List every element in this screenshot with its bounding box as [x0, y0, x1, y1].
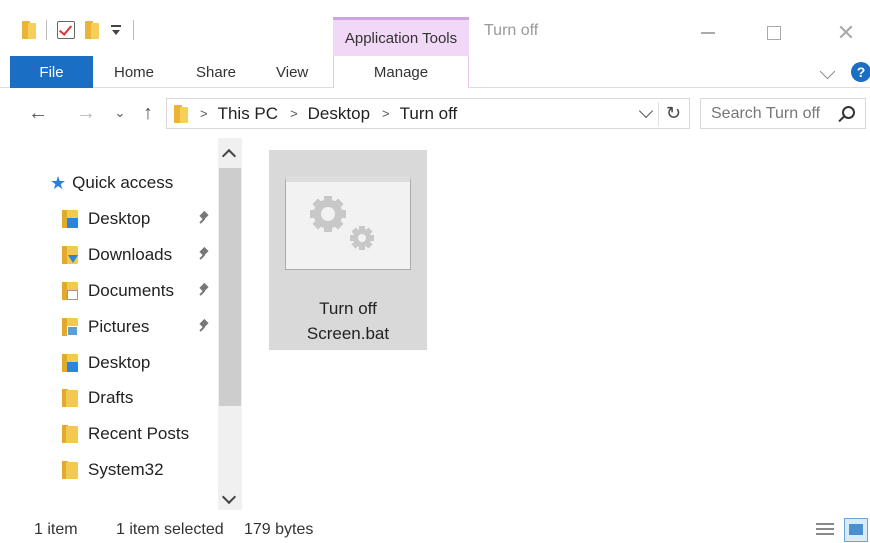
sidebar-item-label: Downloads [88, 245, 173, 264]
downloads-folder-icon [62, 246, 78, 264]
toolbar-divider [133, 20, 134, 40]
gear-icon [350, 226, 374, 250]
scroll-down-icon[interactable] [221, 489, 237, 505]
tab-manage[interactable]: Manage [333, 56, 469, 88]
folder-icon [174, 104, 188, 123]
file-name: Turn off Screen.bat [269, 296, 427, 346]
breadcrumb-separator[interactable]: > [200, 106, 208, 121]
documents-folder-icon [62, 282, 78, 300]
sidebar-item-recent-posts[interactable]: Recent Posts [62, 419, 216, 449]
file-name-line: Turn off [319, 299, 377, 318]
sidebar-item-drafts[interactable]: Drafts [62, 383, 216, 413]
forward-button[interactable]: → [74, 102, 98, 124]
recent-locations-button[interactable]: ⌄ [108, 102, 132, 124]
address-divider [658, 102, 659, 126]
folder-icon [62, 461, 78, 479]
sidebar-item-label: Documents [88, 281, 174, 300]
sidebar-item-label: Quick access [72, 173, 174, 192]
pin-icon[interactable] [198, 248, 210, 260]
breadcrumb-separator[interactable]: > [290, 106, 298, 121]
breadcrumb-turn-off[interactable]: Turn off [400, 104, 458, 124]
expand-ribbon-icon[interactable] [819, 63, 836, 80]
sidebar-item-label: System32 [88, 460, 164, 479]
title-bar: Application Tools Turn off ✕ [0, 0, 870, 58]
status-bar: 1 item 1 item selected 179 bytes [0, 518, 870, 543]
folder-icon [62, 389, 78, 407]
tab-view[interactable]: View [276, 56, 308, 88]
item-count: 1 item [34, 521, 78, 538]
large-icons-view-icon[interactable] [844, 518, 868, 542]
scroll-thumb[interactable] [219, 168, 241, 406]
sidebar-item-quick-access[interactable]: ★ Quick access [50, 168, 244, 198]
file-item-turn-off-screen[interactable]: Turn off Screen.bat [269, 150, 427, 350]
breadcrumb-this-pc[interactable]: This PC [218, 104, 278, 124]
navigation-bar: ← → ⌄ ↑ > This PC > Desktop > Turn off ↻… [0, 88, 870, 138]
star-icon: ★ [50, 172, 67, 193]
sidebar-item-system32[interactable]: System32 [62, 455, 216, 485]
customize-toolbar-icon[interactable] [109, 23, 123, 37]
search-input[interactable]: Search Turn off [711, 105, 820, 123]
toolbar-divider [46, 20, 47, 40]
pin-icon[interactable] [198, 284, 210, 296]
breadcrumb-separator[interactable]: > [382, 106, 390, 121]
sidebar-item-label: Desktop [88, 353, 151, 372]
tab-file[interactable]: File [10, 56, 93, 88]
pin-icon[interactable] [198, 320, 210, 332]
address-dropdown-icon[interactable] [638, 103, 654, 119]
search-box[interactable]: Search Turn off [700, 98, 866, 129]
refresh-icon[interactable]: ↻ [666, 103, 681, 124]
application-tools-group: Application Tools [333, 17, 469, 57]
navigation-pane: ★ Quick access Desktop Downloads Documen… [0, 138, 244, 510]
desktop-folder-icon [62, 354, 78, 372]
folder-icon[interactable] [22, 21, 36, 39]
tab-home[interactable]: Home [114, 56, 154, 88]
search-icon[interactable] [842, 106, 855, 119]
quick-access-toolbar [22, 20, 134, 40]
tab-share[interactable]: Share [196, 56, 236, 88]
breadcrumb-desktop[interactable]: Desktop [308, 104, 370, 124]
pin-icon[interactable] [198, 212, 210, 224]
sidebar-item-desktop[interactable]: Desktop [62, 204, 216, 234]
batch-file-gears-icon [285, 176, 411, 270]
sidebar-item-label: Desktop [88, 209, 151, 228]
desktop-folder-icon [62, 210, 78, 228]
selection-count: 1 item selected [116, 521, 224, 538]
file-name-line: Screen.bat [306, 324, 390, 343]
close-button[interactable]: ✕ [826, 18, 866, 48]
details-view-icon[interactable] [816, 521, 834, 539]
sidebar-item-label: Recent Posts [88, 424, 190, 443]
pictures-folder-icon [62, 318, 78, 336]
back-button[interactable]: ← [26, 102, 50, 124]
file-list: Turn off Screen.bat [244, 138, 870, 510]
window-title: Turn off [484, 22, 539, 39]
sidebar-item-label: Drafts [88, 388, 134, 407]
sidebar-item-label: Pictures [88, 317, 150, 336]
scroll-up-icon[interactable] [221, 148, 237, 164]
nav-scrollbar[interactable] [218, 138, 242, 510]
address-bar[interactable]: > This PC > Desktop > Turn off ↻ [166, 98, 690, 129]
minimize-button[interactable] [688, 18, 728, 48]
maximize-button[interactable] [754, 18, 794, 48]
up-button[interactable]: ↑ [136, 102, 160, 124]
selection-size: 179 bytes [244, 521, 314, 538]
properties-check-icon[interactable] [57, 21, 75, 39]
new-folder-icon[interactable] [85, 21, 99, 39]
ribbon-tabs: File Home Share View Manage [0, 56, 870, 88]
sidebar-item-desktop-2[interactable]: Desktop [62, 348, 216, 378]
sidebar-item-downloads[interactable]: Downloads [62, 240, 216, 270]
sidebar-item-documents[interactable]: Documents [62, 276, 216, 306]
gear-icon [310, 196, 346, 232]
folder-icon [62, 425, 78, 443]
help-icon[interactable]: ? [851, 62, 870, 82]
sidebar-item-pictures[interactable]: Pictures [62, 312, 216, 342]
